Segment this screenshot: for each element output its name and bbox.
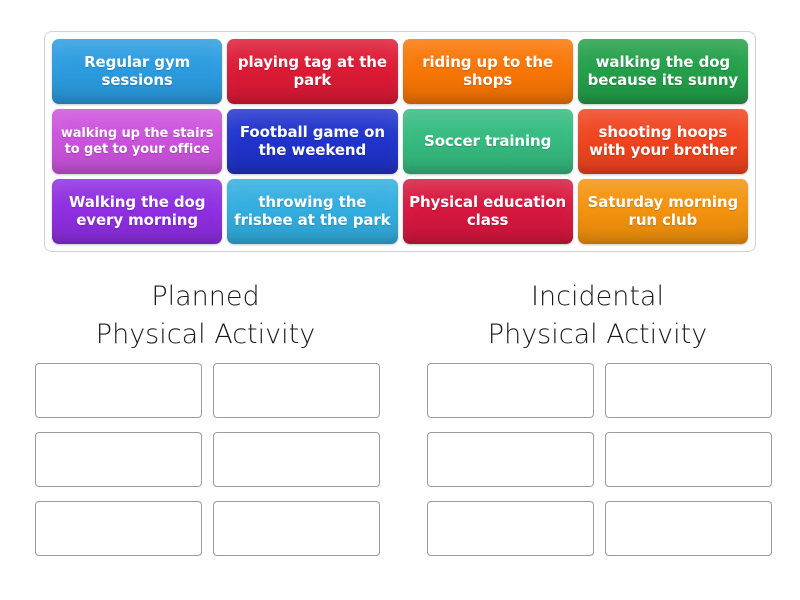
drop-slot[interactable] <box>427 501 594 556</box>
activity-tile[interactable]: riding up to the shops <box>402 39 573 104</box>
activity-tile-label: Walking the dog every morning <box>68 192 206 229</box>
activity-tile-label: riding up to the shops <box>422 52 554 89</box>
activity-tile-label: shooting hoops with your brother <box>589 122 737 159</box>
activity-tile-label: Football game on the weekend <box>239 122 385 159</box>
activity-tile[interactable]: Soccer training <box>402 109 573 174</box>
drop-slot[interactable] <box>35 432 202 487</box>
activity-tile[interactable]: walking up the stairs to get to your off… <box>52 109 223 174</box>
tile-bank-panel: Regular gym sessions playing tag at the p… <box>44 31 756 252</box>
drop-slot[interactable] <box>213 501 380 556</box>
category-planned-title: Planned Physical Activity <box>95 281 316 351</box>
drop-slot[interactable] <box>213 432 380 487</box>
drop-slots-planned <box>35 363 380 556</box>
activity-tile-label: Physical education class <box>409 192 567 229</box>
drop-slots-incidental <box>427 363 772 556</box>
activity-tile-label: Regular gym sessions <box>84 52 191 89</box>
tile-grid: Regular gym sessions playing tag at the p… <box>52 39 748 244</box>
category-planned: Planned Physical Activity <box>33 278 378 355</box>
activity-tile-label: walking up the stairs to get to your off… <box>60 125 214 157</box>
activity-tile[interactable]: walking the dog because its sunny <box>577 39 748 104</box>
activity-tile-label: walking the dog because its sunny <box>587 52 739 89</box>
activity-tile[interactable]: shooting hoops with your brother <box>577 109 748 174</box>
activity-tile-label: playing tag at the park <box>237 52 387 89</box>
category-incidental-title: Incidental Physical Activity <box>487 281 708 351</box>
activity-tile[interactable]: Saturday morning run club <box>577 179 748 244</box>
drop-slot[interactable] <box>427 432 594 487</box>
drop-slot[interactable] <box>35 501 202 556</box>
activity-tile-label: Saturday morning run club <box>587 192 739 229</box>
category-incidental: Incidental Physical Activity <box>425 278 770 355</box>
activity-tile[interactable]: Walking the dog every morning <box>52 179 223 244</box>
activity-tile[interactable]: Regular gym sessions <box>52 39 223 104</box>
activity-tile-label: throwing the frisbee at the park <box>234 192 391 229</box>
activity-tile[interactable]: throwing the frisbee at the park <box>227 179 398 244</box>
drop-slot[interactable] <box>605 432 772 487</box>
drop-slot[interactable] <box>213 363 380 418</box>
activity-tile-label: Soccer training <box>423 131 552 150</box>
activity-tile[interactable]: Physical education class <box>402 179 573 244</box>
drop-slot[interactable] <box>605 363 772 418</box>
activity-tile[interactable]: playing tag at the park <box>227 39 398 104</box>
drop-slot[interactable] <box>427 363 594 418</box>
drop-slot[interactable] <box>605 501 772 556</box>
activity-tile[interactable]: Football game on the weekend <box>227 109 398 174</box>
drop-slot[interactable] <box>35 363 202 418</box>
